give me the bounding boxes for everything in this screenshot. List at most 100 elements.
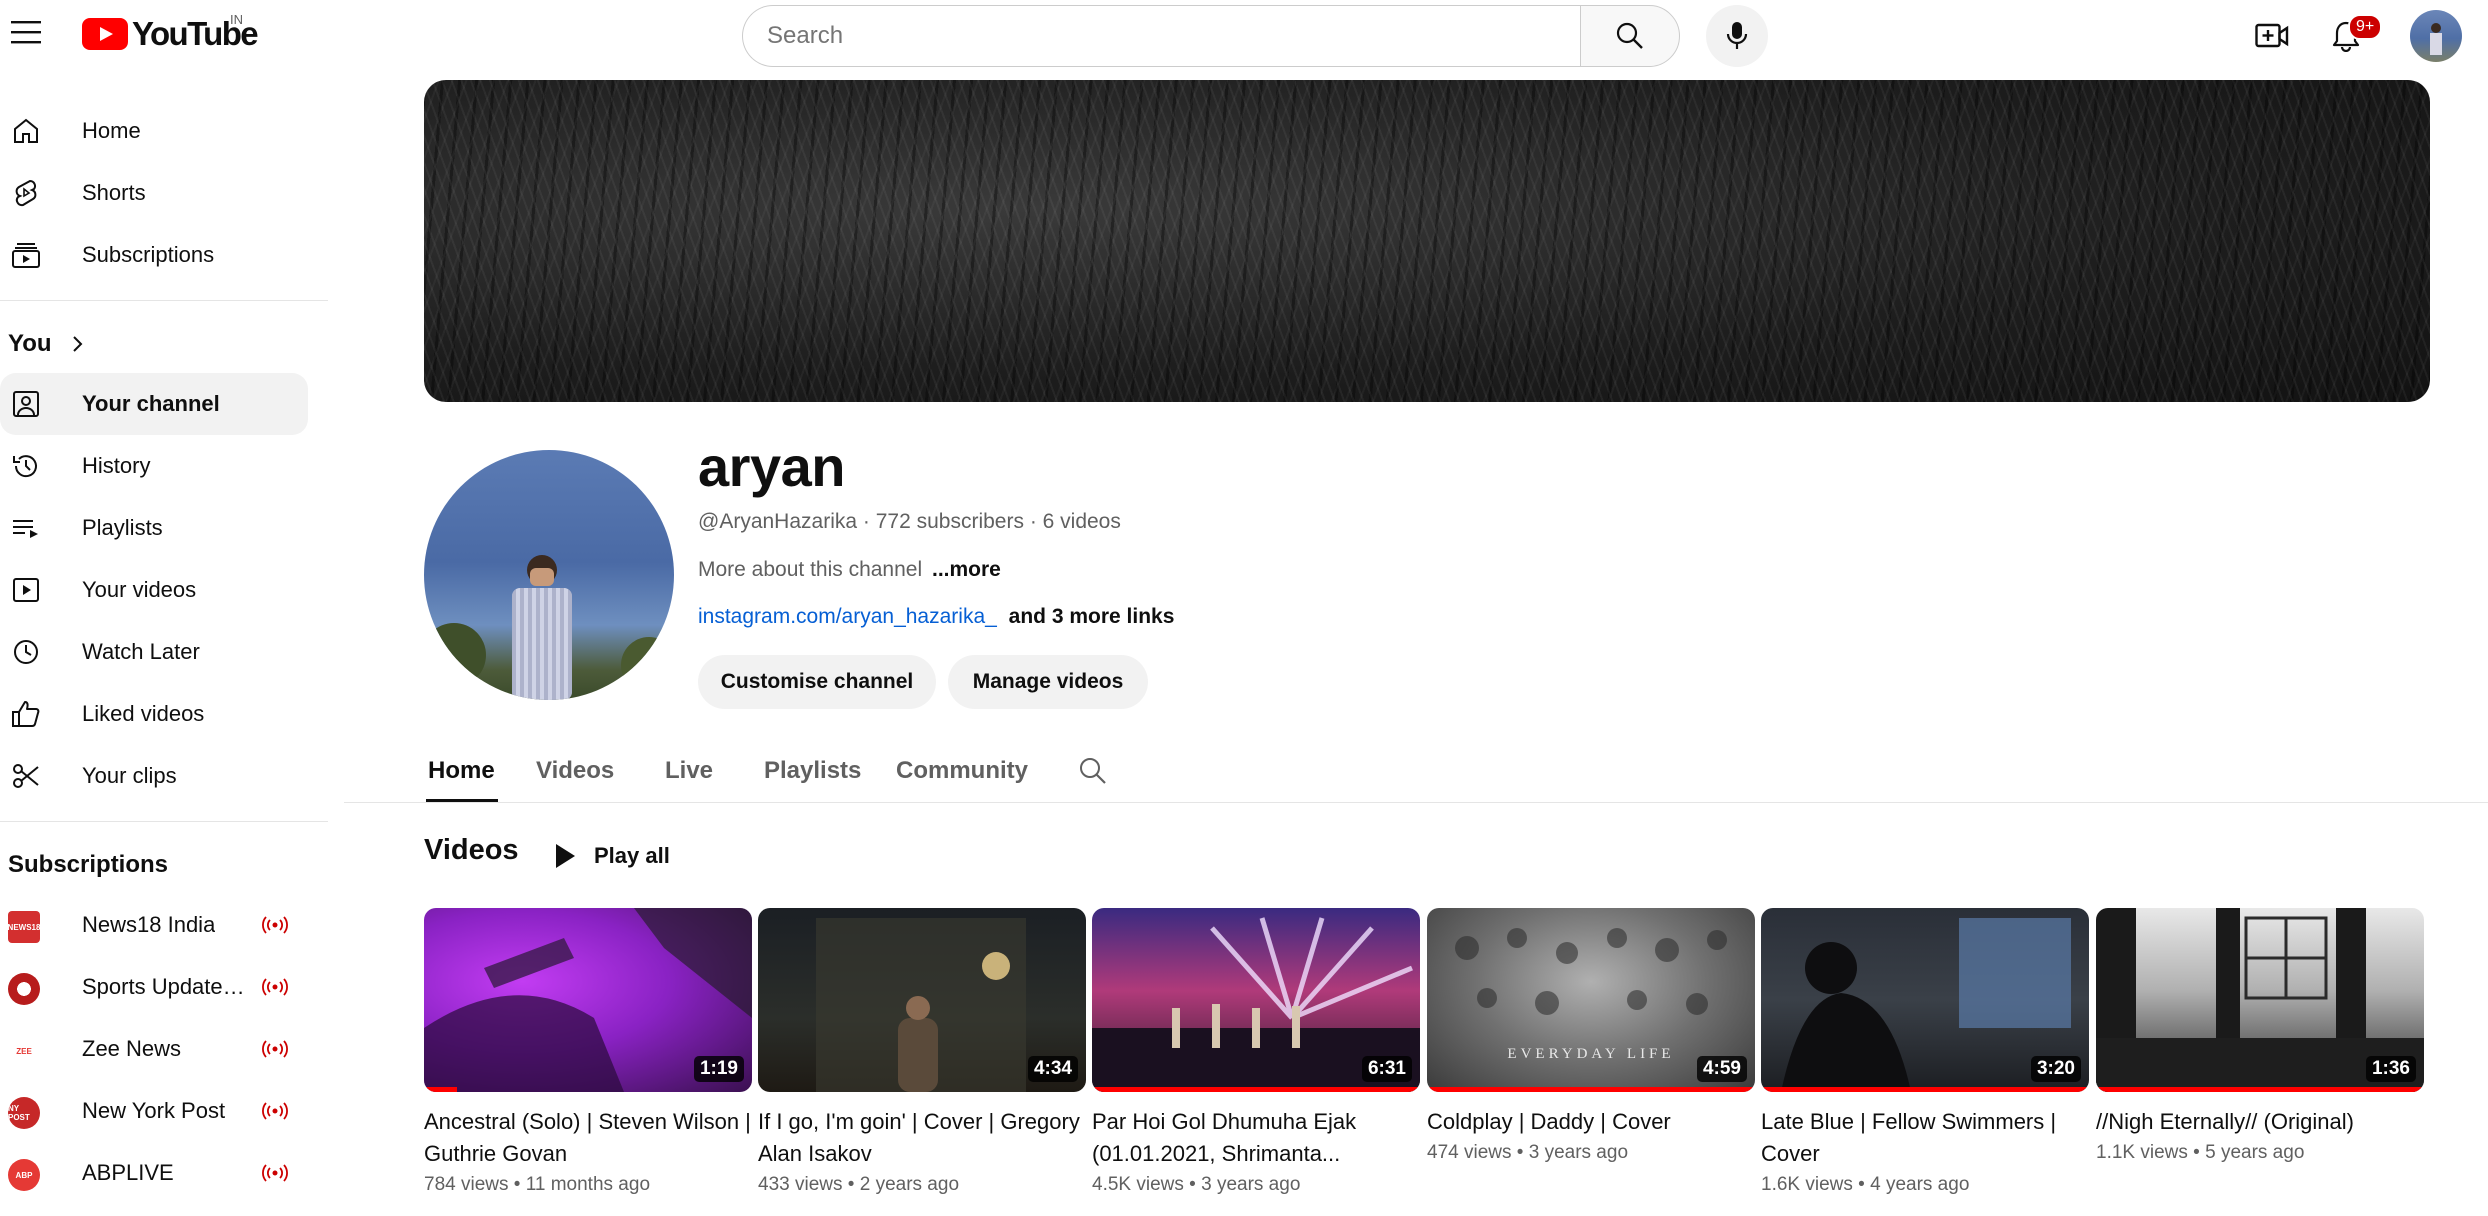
create-button[interactable] xyxy=(2248,12,2296,60)
sidebar-item-label: History xyxy=(82,453,151,478)
video-duration: 1:19 xyxy=(693,1056,744,1082)
sidebar-you-heading[interactable]: You xyxy=(0,315,330,373)
watch-progress-bar xyxy=(1092,1087,1420,1092)
channel-banner xyxy=(424,80,2430,402)
sidebar-item-playlists[interactable]: Playlists xyxy=(0,497,308,559)
video-title[interactable]: Coldplay | Daddy | Cover xyxy=(1427,1106,1755,1138)
tab-label: Live xyxy=(665,757,714,784)
more-links-button[interactable]: and 3 more links xyxy=(1009,605,1175,628)
video-thumbnail[interactable]: EVERYDAY LIFE 4:59 xyxy=(1427,908,1755,1092)
sidebar-subscriptions-heading: Subscriptions xyxy=(8,851,169,878)
video-title[interactable]: Late Blue | Fellow Swimmers | Cover xyxy=(1761,1106,2089,1170)
shorts-icon xyxy=(10,177,42,209)
sidebar-item-your-videos[interactable]: Your videos xyxy=(0,559,308,621)
sidebar-item-history[interactable]: History xyxy=(0,435,308,497)
tab-label: Playlists xyxy=(764,757,862,784)
channel-avatar-news18: NEWS18 xyxy=(8,911,40,943)
your-channel-icon xyxy=(10,388,42,420)
search-icon xyxy=(1080,758,1106,784)
tab-home[interactable]: Home xyxy=(426,740,498,802)
meta-separator: · xyxy=(862,510,876,533)
play-all-button[interactable]: Play all xyxy=(554,836,670,876)
video-age: 4 years ago xyxy=(1870,1174,1970,1195)
sidebar-item-shorts[interactable]: Shorts xyxy=(0,162,308,224)
video-thumbnail[interactable]: 1:19 xyxy=(424,908,752,1092)
video-card[interactable]: 4:34 If I go, I'm goin' | Cover | Gregor… xyxy=(758,908,1086,1196)
channel-avatar-abplive: ABP xyxy=(8,1159,40,1191)
video-title[interactable]: Par Hoi Gol Dhumuha Ejak (01.01.2021, Sh… xyxy=(1092,1106,1420,1170)
video-meta: 784 views • 11 months ago xyxy=(424,1174,752,1196)
sidebar-item-label: Your channel xyxy=(82,391,220,416)
tab-label: Videos xyxy=(536,757,615,784)
sidebar-subscription-zee-news[interactable]: ZEE Zee News xyxy=(0,1018,308,1080)
sidebar-divider xyxy=(0,300,328,301)
video-views: 1.1K views xyxy=(2096,1142,2188,1163)
video-card[interactable]: 1:36 //Nigh Eternally// (Original) 1.1K … xyxy=(2096,908,2424,1164)
video-thumbnail[interactable]: 4:34 xyxy=(758,908,1086,1092)
video-thumbnail[interactable]: 1:36 xyxy=(2096,908,2424,1092)
channel-links: instagram.com/aryan_hazarika_ and 3 more… xyxy=(698,605,1174,629)
account-avatar[interactable] xyxy=(2410,10,2462,62)
video-age: 3 years ago xyxy=(1528,1142,1629,1163)
sidebar-subscription-sports-updates[interactable]: Sports Updates ... xyxy=(0,956,308,1018)
video-title[interactable]: //Nigh Eternally// (Original) xyxy=(2096,1106,2424,1138)
sidebar-subscription-new-york-post[interactable]: NY POST New York Post xyxy=(0,1080,308,1142)
video-age: 11 months ago xyxy=(525,1174,651,1195)
live-icon xyxy=(262,1040,288,1058)
video-title[interactable]: If I go, I'm goin' | Cover | Gregory Ala… xyxy=(758,1106,1086,1170)
your-videos-icon xyxy=(10,574,42,606)
chevron-right-icon xyxy=(72,336,82,352)
instagram-link[interactable]: instagram.com/aryan_hazarika_ xyxy=(698,605,997,628)
video-card[interactable]: EVERYDAY LIFE 4:59 Coldplay | Daddy | Co… xyxy=(1427,908,1755,1164)
search-button[interactable] xyxy=(1580,5,1680,67)
sidebar-item-your-channel[interactable]: Your channel xyxy=(0,373,308,435)
subscriptions-icon xyxy=(10,239,42,271)
video-age: 2 years ago xyxy=(859,1174,960,1195)
video-title[interactable]: Ancestral (Solo) | Steven Wilson | Guthr… xyxy=(424,1106,752,1170)
customise-channel-button[interactable]: Customise channel xyxy=(698,655,936,709)
tab-playlists[interactable]: Playlists xyxy=(764,740,861,802)
sidebar-item-your-clips[interactable]: Your clips xyxy=(0,745,308,807)
video-card[interactable]: 6:31 Par Hoi Gol Dhumuha Ejak (01.01.202… xyxy=(1092,908,1420,1196)
search-icon xyxy=(1616,22,1643,49)
menu-button[interactable] xyxy=(6,12,46,52)
video-card[interactable]: 1:19 Ancestral (Solo) | Steven Wilson | … xyxy=(424,908,752,1196)
video-meta: 1.1K views • 5 years ago xyxy=(2096,1142,2424,1164)
sidebar-item-label: Subscriptions xyxy=(82,242,215,267)
create-video-icon xyxy=(2255,23,2289,48)
video-duration: 3:20 xyxy=(2030,1056,2081,1082)
meta-separator: • xyxy=(513,1174,526,1195)
video-duration: 4:34 xyxy=(1027,1056,1078,1082)
search-input[interactable] xyxy=(742,5,1580,67)
channel-meta: @AryanHazarika · 772 subscribers · 6 vid… xyxy=(698,510,1121,534)
video-thumbnail[interactable]: 6:31 xyxy=(1092,908,1420,1092)
voice-search-button[interactable] xyxy=(1706,5,1768,67)
channel-avatar-image xyxy=(424,555,674,700)
tab-community[interactable]: Community xyxy=(896,740,1028,802)
liked-videos-icon xyxy=(10,698,42,730)
shelf-title: Videos xyxy=(424,834,519,866)
sidebar-item-subscriptions[interactable]: Subscriptions xyxy=(0,224,308,286)
tab-search[interactable] xyxy=(1078,740,1108,802)
tab-videos[interactable]: Videos xyxy=(536,740,614,802)
video-duration: 6:31 xyxy=(1361,1056,1412,1082)
live-icon xyxy=(262,978,288,996)
channel-avatar-new-york-post: NY POST xyxy=(8,1097,40,1129)
tab-live[interactable]: Live xyxy=(665,740,713,802)
sidebar-item-label: ABPLIVE xyxy=(82,1160,174,1185)
sidebar-item-watch-later[interactable]: Watch Later xyxy=(0,621,308,683)
manage-videos-button[interactable]: Manage videos xyxy=(948,655,1148,709)
sidebar-subscription-news18-india[interactable]: NEWS18 News18 India xyxy=(0,894,308,956)
channel-about[interactable]: More about this channel ...more xyxy=(698,558,1001,582)
channel-avatar[interactable] xyxy=(424,450,674,700)
play-all-label: Play all xyxy=(594,843,670,868)
sidebar-item-label: Zee News xyxy=(82,1036,182,1061)
about-more-link[interactable]: ...more xyxy=(932,558,1001,581)
sidebar-item-liked-videos[interactable]: Liked videos xyxy=(0,683,308,745)
meta-separator: • xyxy=(847,1174,860,1195)
sidebar-divider xyxy=(0,821,328,822)
video-thumbnail[interactable]: 3:20 xyxy=(1761,908,2089,1092)
sidebar-item-home[interactable]: Home xyxy=(0,100,308,162)
video-card[interactable]: 3:20 Late Blue | Fellow Swimmers | Cover… xyxy=(1761,908,2089,1196)
sidebar-subscription-abplive[interactable]: ABP ABPLIVE xyxy=(0,1142,308,1204)
